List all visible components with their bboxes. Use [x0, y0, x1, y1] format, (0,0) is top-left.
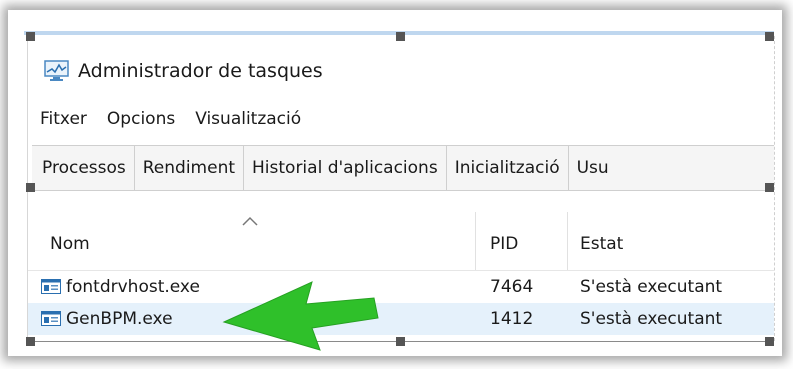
tab-processes[interactable]: Processos	[32, 146, 135, 190]
column-header-pid[interactable]: PID	[490, 234, 518, 254]
column-separator[interactable]	[475, 212, 476, 270]
table-row-selected[interactable]: GenBPM.exe 1412 S'està executant	[28, 303, 774, 335]
selection-handle[interactable]	[26, 183, 35, 192]
menu-bar: Fitxer Opcions Visualització	[40, 104, 321, 134]
process-name: GenBPM.exe	[66, 309, 173, 329]
window-title: Administrador de tasques	[78, 60, 323, 82]
menu-view[interactable]: Visualització	[195, 109, 301, 129]
menu-options[interactable]: Opcions	[107, 109, 175, 129]
selection-handle[interactable]	[26, 32, 35, 41]
selection-handle[interactable]	[765, 183, 774, 192]
selection-handle[interactable]	[765, 32, 774, 41]
tab-performance[interactable]: Rendiment	[135, 146, 245, 190]
task-manager-window: Administrador de tasques Fitxer Opcions …	[27, 36, 775, 341]
process-pid: 7464	[490, 277, 534, 297]
chevron-up-icon[interactable]	[242, 216, 258, 226]
selection-handle[interactable]	[26, 337, 35, 346]
column-separator[interactable]	[567, 212, 568, 270]
column-header-name[interactable]: Nom	[50, 234, 90, 254]
table-row[interactable]: fontdrvhost.exe 7464 S'està executant	[28, 271, 774, 303]
title-bar: Administrador de tasques	[44, 56, 323, 86]
process-status: S'està executant	[580, 309, 723, 329]
tab-strip: Processos Rendiment Historial d'aplicaci…	[32, 145, 774, 191]
process-icon	[41, 311, 61, 326]
process-name: fontdrvhost.exe	[66, 277, 200, 297]
tab-app-history[interactable]: Historial d'aplicacions	[244, 146, 447, 190]
process-table: Nom PID Estat fontdrvhost.exe 7464 S'est…	[28, 212, 774, 335]
column-header-status[interactable]: Estat	[580, 234, 623, 254]
process-pid: 1412	[490, 309, 534, 329]
table-header: Nom PID Estat	[28, 212, 774, 271]
process-icon	[41, 279, 61, 294]
selection-handle[interactable]	[396, 32, 405, 41]
task-manager-icon	[44, 60, 69, 81]
tab-startup[interactable]: Inicialització	[447, 146, 569, 190]
green-pointer-arrow-icon	[222, 281, 379, 351]
selection-handle[interactable]	[396, 337, 405, 346]
menu-file[interactable]: Fitxer	[40, 109, 87, 129]
tab-users[interactable]: Usu	[569, 146, 617, 190]
process-status: S'està executant	[580, 277, 723, 297]
selection-handle[interactable]	[765, 337, 774, 346]
